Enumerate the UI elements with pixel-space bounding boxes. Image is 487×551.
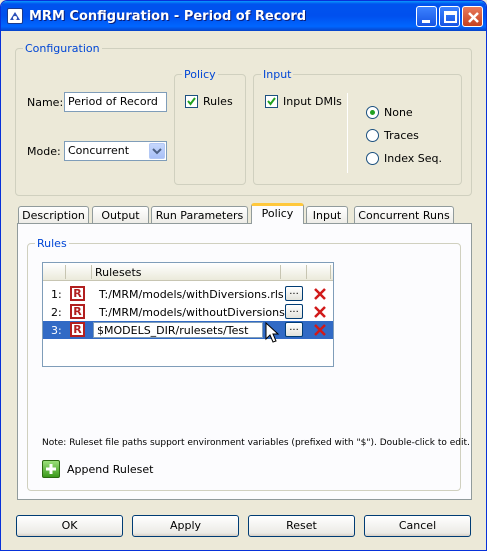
checkmark-icon <box>187 97 196 106</box>
column-separator <box>280 265 281 279</box>
tab-output[interactable]: Output <box>92 206 149 224</box>
title-bar[interactable]: MRM Configuration - Period of Record <box>1 1 486 31</box>
policy-group: Policy Rules <box>174 68 246 185</box>
table-row[interactable]: 1: R T:/MRM/models/withDiversions.rls ..… <box>43 285 333 303</box>
delete-icon[interactable] <box>313 287 327 301</box>
input-group: Input Input DMIs None Traces Index Seq. <box>253 68 462 185</box>
minimize-button[interactable] <box>416 6 437 27</box>
tab-concurrent-runs[interactable]: Concurrent Runs <box>354 206 454 224</box>
ruleset-path[interactable]: T:/MRM/models/withDiversions.rls <box>99 288 284 301</box>
radio-index-seq[interactable] <box>366 152 379 165</box>
delete-icon[interactable] <box>313 305 327 319</box>
plus-icon <box>42 460 60 478</box>
tab-policy[interactable]: Policy <box>251 203 304 224</box>
chevron-down-icon[interactable] <box>149 143 165 159</box>
name-input[interactable]: Period of Record <box>64 92 167 112</box>
minimize-icon <box>422 20 430 23</box>
mode-select[interactable]: Concurrent <box>64 141 167 161</box>
column-separator <box>306 265 307 279</box>
close-icon <box>468 12 479 23</box>
radio-none[interactable] <box>366 106 379 119</box>
reset-button[interactable]: Reset <box>248 515 355 537</box>
rulesets-table[interactable]: Rulesets 1: R T:/MRM/models/withDiversio… <box>42 262 334 367</box>
radio-index-seq-label: Index Seq. <box>384 152 443 165</box>
name-label: Name: <box>27 96 64 109</box>
ruleset-path-editor[interactable]: $MODELS_DIR/rulesets/Test <box>93 322 263 338</box>
table-row-selected[interactable]: 3: R $MODELS_DIR/rulesets/Test ... <box>43 321 333 339</box>
window-title: MRM Configuration - Period of Record <box>29 9 307 24</box>
append-ruleset-button[interactable]: Append Ruleset <box>42 460 162 480</box>
configuration-group-label: Configuration <box>23 42 102 55</box>
ruleset-icon: R <box>70 322 85 337</box>
table-row[interactable]: 2: R T:/MRM/models/withoutDiversions.rls… <box>43 303 333 321</box>
ruleset-note: Note: Ruleset file paths support environ… <box>42 438 470 448</box>
row-number: 2: <box>51 306 62 319</box>
append-ruleset-label: Append Ruleset <box>67 463 154 476</box>
checkmark-icon <box>267 97 276 106</box>
radio-traces-label: Traces <box>384 129 419 142</box>
column-separator <box>65 265 66 279</box>
ruleset-icon: R <box>70 304 85 319</box>
maximize-icon <box>444 11 457 23</box>
browse-button[interactable]: ... <box>285 322 303 337</box>
column-separator <box>91 265 92 279</box>
mode-label: Mode: <box>27 145 61 158</box>
row-number: 1: <box>51 288 62 301</box>
input-dmis-label: Input DMIs <box>283 95 342 108</box>
rules-group-label: Rules <box>35 237 69 250</box>
radio-traces[interactable] <box>366 129 379 142</box>
close-button[interactable] <box>462 6 483 27</box>
table-header: Rulesets <box>43 263 333 281</box>
configuration-group: Configuration Name: Period of Record Mod… <box>15 42 472 196</box>
apply-button[interactable]: Apply <box>132 515 239 537</box>
input-group-label: Input <box>261 68 294 81</box>
cancel-button[interactable]: Cancel <box>364 515 471 537</box>
policy-group-label: Policy <box>182 68 218 81</box>
policy-tab-panel: Rules Rulesets 1: R T:/MRM/models/withDi… <box>17 223 472 500</box>
rules-checkbox[interactable] <box>185 95 198 108</box>
app-icon <box>7 8 23 24</box>
column-separator <box>330 265 331 279</box>
browse-button[interactable]: ... <box>285 304 303 319</box>
separator <box>347 93 348 173</box>
delete-icon[interactable] <box>313 323 327 337</box>
maximize-button[interactable] <box>439 6 460 27</box>
radio-selected-dot <box>370 110 375 115</box>
tab-input[interactable]: Input <box>306 206 348 224</box>
tab-description[interactable]: Description <box>18 206 89 224</box>
input-dmis-checkbox[interactable] <box>265 95 278 108</box>
tab-run-parameters[interactable]: Run Parameters <box>151 206 248 224</box>
rulesets-column-header[interactable]: Rulesets <box>95 266 142 279</box>
radio-none-label: None <box>384 106 413 119</box>
ruleset-path[interactable]: T:/MRM/models/withoutDiversions.rls <box>99 306 302 319</box>
mrm-configuration-window: MRM Configuration - Period of Record Con… <box>0 0 487 551</box>
row-number: 3: <box>51 324 62 337</box>
browse-button[interactable]: ... <box>285 286 303 301</box>
rules-checkbox-label: Rules <box>203 95 233 108</box>
mouse-cursor-icon <box>265 322 280 343</box>
ruleset-icon: R <box>70 286 85 301</box>
mode-select-value: Concurrent <box>68 144 130 157</box>
ok-button[interactable]: OK <box>16 515 123 537</box>
